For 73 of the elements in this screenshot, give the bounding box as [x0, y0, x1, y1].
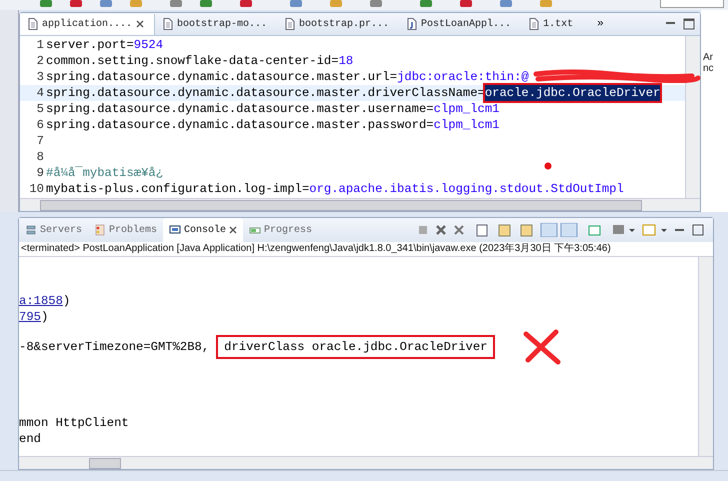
log-text: mmon HttpClient [19, 415, 129, 431]
tab-label: application.... [42, 18, 132, 30]
property-key: common.setting.snowflake-data-center-id= [46, 53, 339, 69]
property-value: clpm_lcm1 [434, 101, 500, 117]
editor-tab[interactable]: application.... [20, 14, 156, 34]
property-key: spring.datasource.dynamic.datasource.master.url= [46, 69, 398, 85]
line-number: 7 [36, 133, 45, 149]
file-icon [285, 18, 296, 30]
tab-label: bootstrap-mo... [177, 18, 268, 30]
stack-trace-link[interactable]: 795 [19, 309, 41, 325]
property-value: org.apache.ibatis.logging.stdout.StdOutImpl [309, 181, 624, 197]
java-file-icon [407, 18, 418, 30]
editor-tab[interactable]: 1.txt [521, 14, 584, 34]
quick-access-field[interactable] [660, 0, 724, 8]
view-tab[interactable]: Progress [243, 218, 318, 242]
editor-tab[interactable]: PostLoanAppl... [399, 14, 522, 34]
line-number: 9 [36, 165, 45, 181]
server-icon [25, 224, 37, 236]
line-number: 6 [36, 117, 45, 133]
property-key: spring.datasource.dynamic.datasource.master.password= [46, 117, 434, 133]
outline-text: Ar [703, 52, 714, 63]
console-process-header: <terminated> PostLoanApplication [Java Application] H:\zengwenfeng\Java\jdk1.8.0_341\bin\javaw.exe (2023年3月30日 下午3:05:46) [19, 242, 713, 257]
view-tab[interactable]: Problems [88, 218, 164, 242]
close-icon[interactable] [136, 20, 144, 28]
horizontal-scrollbar[interactable] [19, 456, 713, 469]
log-text: end [19, 431, 41, 447]
file-icon [163, 18, 174, 30]
view-tab[interactable]: Console [163, 218, 244, 242]
view-tab[interactable]: Servers [19, 218, 88, 242]
close-icon[interactable] [229, 226, 238, 234]
property-value: clpm_lcm1 [434, 117, 500, 133]
file-icon [28, 18, 38, 30]
line-number: 5 [36, 101, 45, 117]
vertical-scrollbar[interactable] [685, 36, 700, 198]
property-key: spring.datasource.dynamic.datasource.master.driverClassName= [46, 85, 485, 101]
log-text: -8&serverTimezone=GMT%2B8, [19, 339, 210, 355]
tab-label: Problems [109, 224, 158, 236]
window-controls-icon[interactable] [664, 18, 696, 30]
selected-property-value: oracle.jdbc.OracleDriver [484, 85, 660, 101]
horizontal-scrollbar[interactable] [20, 198, 700, 211]
line-number: 4 [36, 85, 45, 101]
log-text: ) [62, 293, 70, 309]
property-value: 9524 [134, 37, 164, 53]
vertical-scrollbar[interactable] [698, 257, 713, 456]
line-number: 10 [28, 181, 45, 197]
tab-label: Console [184, 224, 226, 236]
property-key: spring.datasource.dynamic.datasource.master.username= [46, 101, 434, 117]
property-key: mybatis-plus.configuration.log-impl= [46, 181, 310, 197]
more-tabs-button[interactable]: » [597, 18, 604, 30]
comment-text: #å¼å¯mybatisæ¥å¿ [46, 165, 164, 181]
line-number: 2 [36, 53, 45, 69]
outline-text: nc [703, 63, 715, 74]
line-number: 8 [36, 149, 45, 165]
log-text: ) [40, 309, 48, 325]
line-number: 1 [36, 37, 45, 53]
property-value: 18 [338, 53, 354, 69]
warning-list-icon [94, 224, 106, 236]
tab-label: Servers [40, 224, 82, 236]
monitor-icon [169, 224, 182, 236]
cross-mark-icon [522, 328, 562, 366]
file-icon [529, 18, 540, 30]
tab-label: Progress [264, 224, 312, 236]
tab-label: 1.txt [543, 18, 574, 30]
line-number: 3 [36, 69, 45, 85]
highlighted-log-text: driverClass oracle.jdbc.OracleDriver [216, 335, 496, 359]
editor-tab[interactable]: bootstrap.pr... [277, 14, 400, 34]
tab-label: bootstrap.pr... [299, 18, 390, 30]
property-key: server.port= [46, 37, 134, 53]
annotation-dot [544, 162, 552, 170]
property-value: jdbc:oracle:thin:@ [397, 69, 529, 85]
editor-tab[interactable]: bootstrap-mo... [155, 14, 278, 34]
tab-label: PostLoanAppl... [421, 18, 512, 30]
stack-trace-link[interactable]: a:1858 [19, 293, 63, 309]
